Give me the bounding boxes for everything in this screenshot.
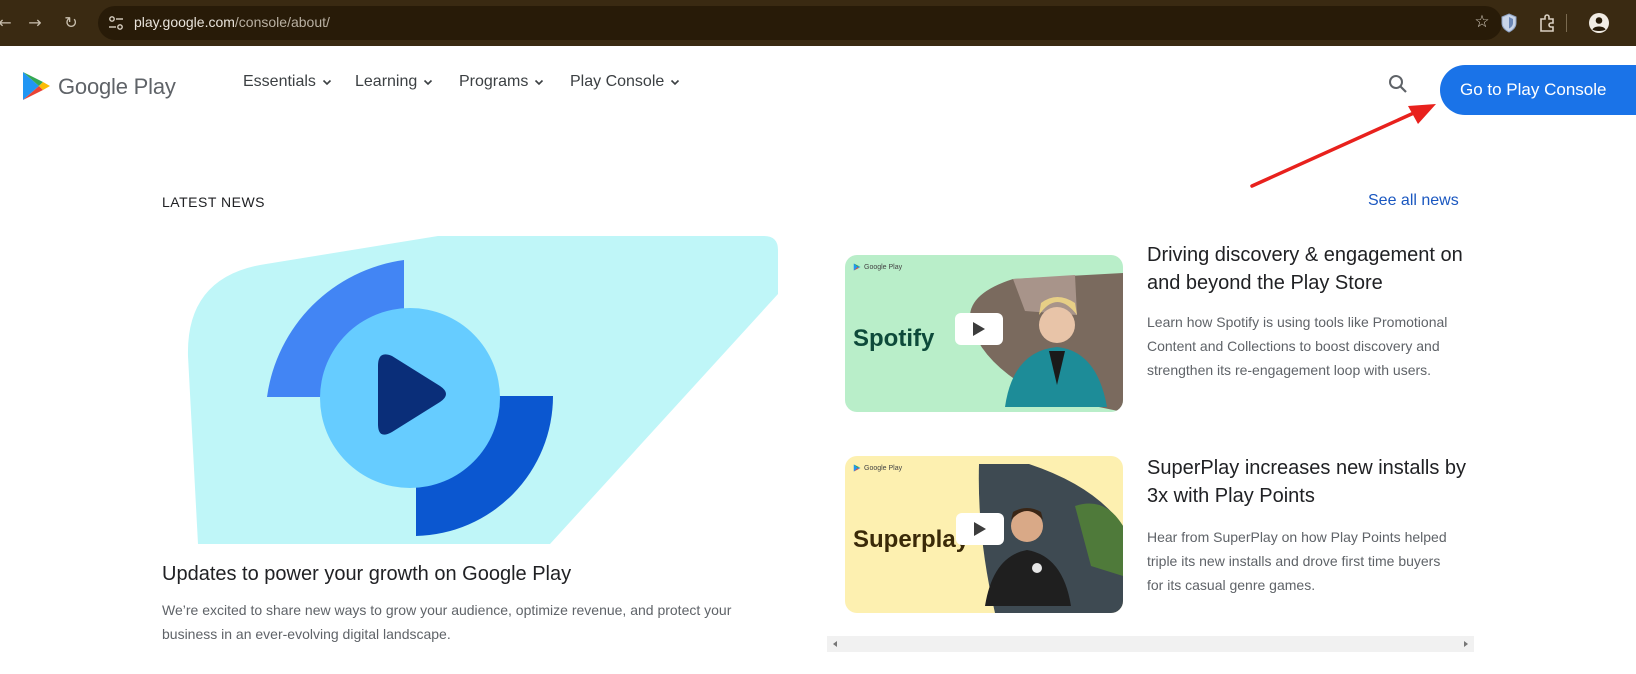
news-card-description: Learn how Spotify is using tools like Pr… xyxy=(1147,314,1448,378)
news-card-title[interactable]: SuperPlay increases new installs by 3x w… xyxy=(1147,454,1467,510)
featured-news-title[interactable]: Updates to power your growth on Google P… xyxy=(162,563,571,586)
nav-essentials[interactable]: Essentials xyxy=(243,73,332,91)
url-path: /console/about/ xyxy=(234,14,330,30)
google-play-logo-icon[interactable] xyxy=(20,70,52,102)
shield-extension-icon[interactable] xyxy=(1498,12,1520,34)
horizontal-scrollbar[interactable] xyxy=(827,636,1474,652)
site-info-icon[interactable] xyxy=(108,15,124,31)
chevron-down-icon xyxy=(424,79,433,86)
featured-news-image[interactable] xyxy=(186,236,778,546)
news-card-thumbnail[interactable]: Google Play Spotify xyxy=(845,255,1123,412)
url-text: play.google.com/console/about/ xyxy=(134,14,330,30)
play-icon xyxy=(974,522,986,536)
chevron-down-icon xyxy=(671,79,680,86)
profile-avatar-icon[interactable] xyxy=(1588,12,1610,34)
bookmark-star-icon[interactable]: ☆ xyxy=(1472,12,1492,32)
extensions-puzzle-icon[interactable] xyxy=(1536,12,1558,34)
annotation-arrow xyxy=(1250,104,1436,188)
search-icon[interactable] xyxy=(1386,72,1410,96)
reload-icon[interactable]: ↻ xyxy=(58,10,84,36)
nav-label: Learning xyxy=(355,73,418,90)
go-to-play-console-button[interactable]: Go to Play Console xyxy=(1440,65,1636,115)
nav-label: Essentials xyxy=(243,73,316,90)
play-icon xyxy=(973,322,985,336)
play-video-button[interactable] xyxy=(956,513,1004,545)
nav-label: Programs xyxy=(459,73,529,90)
forward-icon[interactable]: → xyxy=(22,10,48,36)
scroll-left-icon[interactable] xyxy=(831,640,839,648)
toolbar-divider xyxy=(1566,14,1567,32)
news-card-description: Hear from SuperPlay on how Play Points h… xyxy=(1147,529,1447,593)
nav-programs[interactable]: Programs xyxy=(459,73,544,91)
thumbnail-brand-text: Superplay xyxy=(853,526,970,553)
featured-news-description: We’re excited to share new ways to grow … xyxy=(162,602,732,642)
nav-label: Play Console xyxy=(570,73,665,90)
browser-toolbar: ← → ↻ play.google.com/console/about/ ☆ xyxy=(0,0,1636,46)
see-all-news-link[interactable]: See all news xyxy=(1368,192,1459,210)
play-video-button[interactable] xyxy=(955,313,1003,345)
section-label: LATEST NEWS xyxy=(162,194,266,210)
chevron-down-icon xyxy=(322,79,331,86)
brand-name[interactable]: Google Play xyxy=(58,74,176,100)
news-card-thumbnail[interactable]: Google Play Superplay xyxy=(845,456,1123,613)
chevron-down-icon xyxy=(535,79,544,86)
nav-play-console[interactable]: Play Console xyxy=(570,73,680,91)
news-card-title[interactable]: Driving discovery & engagement on and be… xyxy=(1147,241,1467,297)
nav-learning[interactable]: Learning xyxy=(355,73,433,91)
back-icon[interactable]: ← xyxy=(0,10,18,36)
url-host: play.google.com xyxy=(134,14,235,30)
address-bar[interactable]: play.google.com/console/about/ ☆ xyxy=(98,6,1502,40)
scroll-right-icon[interactable] xyxy=(1462,640,1470,648)
